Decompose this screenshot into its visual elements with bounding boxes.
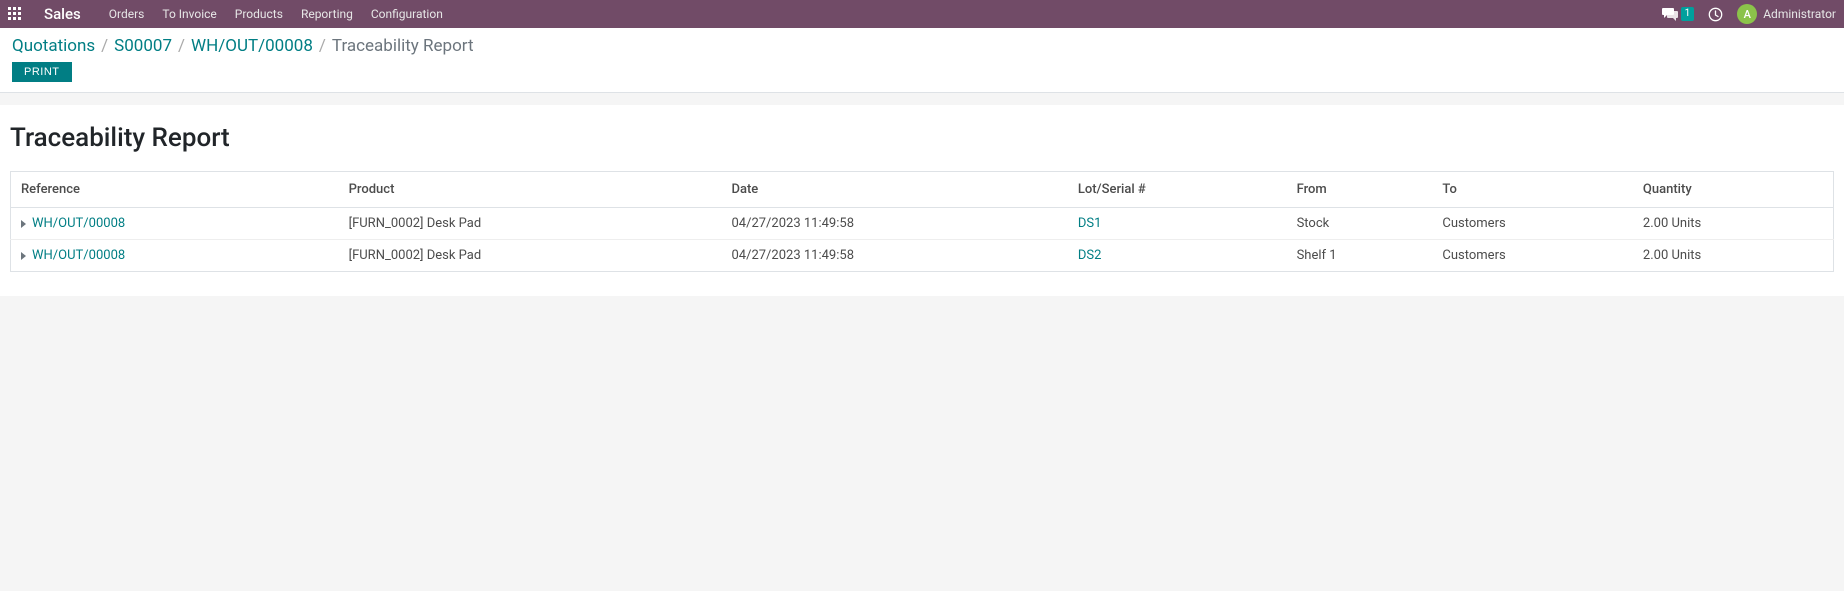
breadcrumb-sep: / [101,36,108,56]
cell-from: Stock [1287,208,1433,240]
cell-to: Customers [1432,208,1633,240]
user-menu[interactable]: A Administrator [1737,4,1836,24]
app-name[interactable]: Sales [44,5,81,23]
table-row: WH/OUT/00008 [FURN_0002] Desk Pad 04/27/… [11,240,1834,272]
table-row: WH/OUT/00008 [FURN_0002] Desk Pad 04/27/… [11,208,1834,240]
traceability-table: Reference Product Date Lot/Serial # From… [10,171,1834,272]
cell-quantity: 2.00 Units [1633,240,1834,272]
nav-products[interactable]: Products [235,7,283,21]
expand-caret-icon[interactable] [21,220,26,228]
breadcrumb-whout00008[interactable]: WH/OUT/00008 [191,36,313,56]
cell-from: Shelf 1 [1287,240,1433,272]
lot-link[interactable]: DS2 [1078,248,1102,263]
nav-orders[interactable]: Orders [109,7,145,21]
cell-to: Customers [1432,240,1633,272]
activity-icon[interactable] [1708,7,1723,22]
cell-product: [FURN_0002] Desk Pad [339,240,722,272]
breadcrumb-sep: / [319,36,326,56]
breadcrumb-quotations[interactable]: Quotations [12,36,95,56]
breadcrumb-sep: / [178,36,185,56]
expand-caret-icon[interactable] [21,252,26,260]
th-from: From [1287,172,1433,208]
nav-reporting[interactable]: Reporting [301,7,353,21]
chat-icon[interactable]: 1 [1662,7,1695,21]
control-panel: Quotations / S00007 / WH/OUT/00008 / Tra… [0,28,1844,93]
reference-link[interactable]: WH/OUT/00008 [32,248,125,263]
breadcrumb-s00007[interactable]: S00007 [114,36,172,56]
breadcrumb: Quotations / S00007 / WH/OUT/00008 / Tra… [12,36,1832,56]
nav-to-invoice[interactable]: To Invoice [162,7,216,21]
breadcrumb-current: Traceability Report [332,36,474,56]
lot-link[interactable]: DS1 [1078,216,1102,231]
avatar: A [1737,4,1757,24]
th-lot: Lot/Serial # [1068,172,1287,208]
cell-product: [FURN_0002] Desk Pad [339,208,722,240]
cell-date: 04/27/2023 11:49:58 [721,208,1067,240]
th-quantity: Quantity [1633,172,1834,208]
cell-quantity: 2.00 Units [1633,208,1834,240]
report-content: Traceability Report Reference Product Da… [0,105,1844,296]
th-to: To [1432,172,1633,208]
print-button[interactable]: PRINT [12,62,72,82]
th-product: Product [339,172,722,208]
cell-date: 04/27/2023 11:49:58 [721,240,1067,272]
chat-badge: 1 [1681,7,1695,21]
apps-icon[interactable] [8,7,22,21]
th-date: Date [721,172,1067,208]
user-name: Administrator [1763,7,1836,21]
reference-link[interactable]: WH/OUT/00008 [32,216,125,231]
main-navbar: Sales Orders To Invoice Products Reporti… [0,0,1844,28]
th-reference: Reference [11,172,339,208]
page-title: Traceability Report [10,123,1834,171]
nav-configuration[interactable]: Configuration [371,7,443,21]
